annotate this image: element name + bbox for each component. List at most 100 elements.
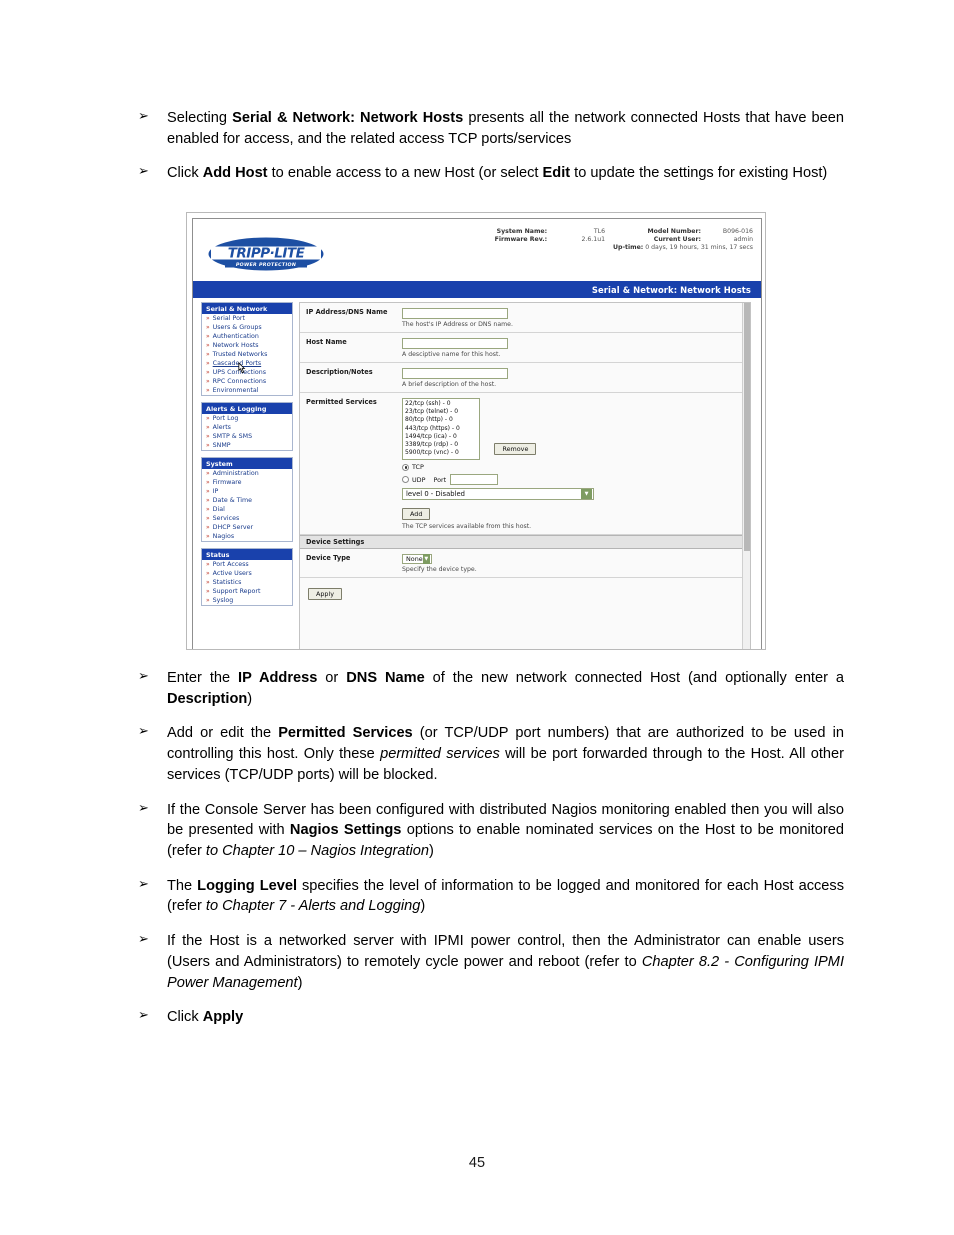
bullet-marker-icon: ➢ bbox=[138, 164, 149, 180]
uptime-value: 0 days, 19 hours, 31 mins, 17 secs bbox=[645, 244, 753, 251]
sidebar-item-rpc-connections[interactable]: » RPC Connections bbox=[202, 377, 292, 386]
udp-radio-row[interactable]: UDP Port bbox=[402, 474, 746, 485]
sidebar-item-authentication[interactable]: » Authentication bbox=[202, 332, 292, 341]
sidebar-item-label: Users & Groups bbox=[212, 324, 262, 331]
sidebar-item-alerts[interactable]: » Alerts bbox=[202, 423, 292, 432]
sidebar-item-ups-connections[interactable]: » UPS Connections bbox=[202, 368, 292, 377]
sidebar-item-statistics[interactable]: » Statistics bbox=[202, 578, 292, 587]
tcp-radio[interactable] bbox=[402, 463, 409, 471]
bullet-dot-icon: » bbox=[206, 514, 210, 522]
sidebar-item-active-users[interactable]: » Active Users bbox=[202, 569, 292, 578]
sidebar-item-firmware[interactable]: » Firmware bbox=[202, 478, 292, 487]
sidebar-group: System» Administration» Firmware» IP» Date &… bbox=[201, 457, 293, 542]
bullet-item: ➢ Enter the IP Address or DNS Name of the… bbox=[138, 668, 844, 709]
bullet-text: If the Host is a networked server with I… bbox=[167, 933, 844, 991]
bullet-dot-icon: » bbox=[206, 386, 210, 394]
sidebar-item-label: Active Users bbox=[212, 570, 252, 577]
sidebar-item-label: DHCP Server bbox=[212, 524, 254, 531]
sidebar-item-snmp[interactable]: » SNMP bbox=[202, 441, 292, 450]
sidebar-item-dial[interactable]: » Dial bbox=[202, 505, 292, 514]
sidebar-item-port-log[interactable]: » Port Log bbox=[202, 414, 292, 423]
tripp-lite-logo: TRIPP·LITE POWER PROTECTION bbox=[207, 233, 325, 275]
sidebar-item-label: Trusted Networks bbox=[212, 351, 268, 358]
scrollbar-thumb[interactable] bbox=[744, 303, 750, 551]
description-input[interactable] bbox=[402, 368, 508, 379]
permitted-services-row: Permitted Services 22/tcp (ssh) - 0 23/tc… bbox=[300, 393, 750, 535]
device-settings-header: Device Settings bbox=[300, 535, 750, 549]
device-type-select[interactable]: None ▼ bbox=[402, 554, 432, 564]
bullet-text: Add or edit the Permitted Services (or T… bbox=[167, 725, 845, 783]
model-number-value: B096-016 bbox=[722, 227, 753, 235]
sidebar-item-nagios[interactable]: » Nagios bbox=[202, 532, 292, 541]
firmware-rev-label: Firmware Rev.: bbox=[494, 235, 548, 243]
description-hint: A brief description of the host. bbox=[402, 381, 497, 388]
sidebar-item-label: Syslog bbox=[212, 597, 234, 604]
bullet-dot-icon: » bbox=[206, 505, 210, 513]
description-label: Description/Notes bbox=[306, 368, 373, 376]
list-item[interactable]: 80/tcp (http) - 0 bbox=[405, 416, 477, 424]
list-item[interactable]: 5900/tcp (vnc) - 0 bbox=[405, 449, 477, 457]
host-name-hint: A desciptive name for this host. bbox=[402, 351, 501, 358]
ui-header: TRIPP·LITE POWER PROTECTION System Name:… bbox=[193, 219, 761, 281]
embedded-screenshot-figure: TRIPP·LITE POWER PROTECTION System Name:… bbox=[186, 212, 766, 650]
sidebar-item-cascaded-ports[interactable]: » Cascaded Ports bbox=[202, 359, 292, 368]
bullet-dot-icon: » bbox=[206, 314, 210, 322]
tcp-label: TCP bbox=[412, 463, 424, 471]
list-item[interactable]: 443/tcp (https) - 0 bbox=[405, 425, 477, 433]
list-item[interactable]: 23/tcp (telnet) - 0 bbox=[405, 408, 477, 416]
sidebar-item-services[interactable]: » Services bbox=[202, 514, 292, 523]
list-item[interactable]: 3389/tcp (rdp) - 0 bbox=[405, 441, 477, 449]
bullet-text: Enter the IP Address or DNS Name of the … bbox=[167, 670, 845, 707]
sidebar-item-ip[interactable]: » IP bbox=[202, 487, 292, 496]
sidebar-item-label: Dial bbox=[212, 506, 225, 513]
sidebar-item-syslog[interactable]: » Syslog bbox=[202, 596, 292, 605]
host-name-input[interactable] bbox=[402, 338, 508, 349]
sidebar-item-port-access[interactable]: » Port Access bbox=[202, 560, 292, 569]
port-input[interactable] bbox=[450, 474, 499, 485]
sidebar-item-smtp-sms[interactable]: » SMTP & SMS bbox=[202, 432, 292, 441]
sidebar-item-users-groups[interactable]: » Users & Groups bbox=[202, 323, 292, 332]
logging-level-select[interactable]: level 0 - Disabled ▼ bbox=[402, 488, 594, 500]
list-item[interactable]: 22/tcp (ssh) - 0 bbox=[405, 400, 477, 408]
sidebar-item-label: Administration bbox=[212, 470, 259, 477]
sidebar-item-serial-port[interactable]: » Serial Port bbox=[202, 314, 292, 323]
uptime-row: Up-time: 0 days, 19 hours, 31 mins, 17 s… bbox=[453, 243, 753, 251]
list-item[interactable]: 1494/tcp (ica) - 0 bbox=[405, 433, 477, 441]
bullet-marker-icon: ➢ bbox=[138, 800, 149, 816]
bullet-marker-icon: ➢ bbox=[138, 876, 149, 892]
sidebar-item-trusted-networks[interactable]: » Trusted Networks bbox=[202, 350, 292, 359]
bullet-text: The Logging Level specifies the level of… bbox=[167, 877, 844, 915]
bullet-marker-icon: ➢ bbox=[138, 109, 149, 124]
sidebar-item-administration[interactable]: » Administration bbox=[202, 469, 292, 478]
sidebar-item-date-time[interactable]: » Date & Time bbox=[202, 496, 292, 505]
sidebar-item-support-report[interactable]: » Support Report bbox=[202, 587, 292, 596]
model-number-label: Model Number: bbox=[647, 227, 702, 235]
sidebar-item-dhcp-server[interactable]: » DHCP Server bbox=[202, 523, 292, 532]
remove-button[interactable]: Remove bbox=[494, 443, 537, 455]
current-user-label: Current User: bbox=[653, 235, 701, 243]
add-button[interactable]: Add bbox=[402, 508, 431, 520]
udp-radio[interactable] bbox=[402, 476, 409, 483]
firmware-rev-value: 2.6.1u1 bbox=[581, 235, 606, 243]
sidebar-group: Status» Port Access» Active Users» Statisti… bbox=[201, 548, 293, 606]
bullet-item: ➢ Click Apply bbox=[138, 1007, 844, 1028]
device-type-label: Device Type bbox=[306, 554, 351, 562]
current-user-value: admin bbox=[733, 235, 753, 243]
bullet-item: ➢ If the Console Server has been configur… bbox=[138, 800, 844, 862]
sidebar-nav: Serial & Network» Serial Port» Users & Gro… bbox=[193, 298, 297, 649]
ip-address-input[interactable] bbox=[402, 308, 508, 319]
chevron-down-icon: ▼ bbox=[422, 554, 430, 564]
sidebar-item-label: UPS Connections bbox=[212, 369, 266, 376]
sidebar-item-label: IP bbox=[212, 488, 219, 495]
permitted-services-listbox[interactable]: 22/tcp (ssh) - 0 23/tcp (telnet) - 0 80/tc… bbox=[402, 398, 480, 460]
sidebar-item-label: SNMP bbox=[212, 442, 231, 449]
vertical-scrollbar[interactable] bbox=[742, 303, 750, 649]
sidebar-item-network-hosts[interactable]: » Network Hosts bbox=[202, 341, 292, 350]
apply-button[interactable]: Apply bbox=[308, 588, 343, 600]
tcp-radio-row[interactable]: TCP bbox=[402, 463, 746, 471]
sidebar-item-label: Statistics bbox=[212, 579, 242, 586]
apply-bar: Apply bbox=[300, 578, 750, 607]
bullet-dot-icon: » bbox=[206, 432, 210, 440]
sidebar-item-environmental[interactable]: » Environmental bbox=[202, 386, 292, 395]
ui-body: Serial & Network» Serial Port» Users & Gro… bbox=[193, 298, 761, 649]
